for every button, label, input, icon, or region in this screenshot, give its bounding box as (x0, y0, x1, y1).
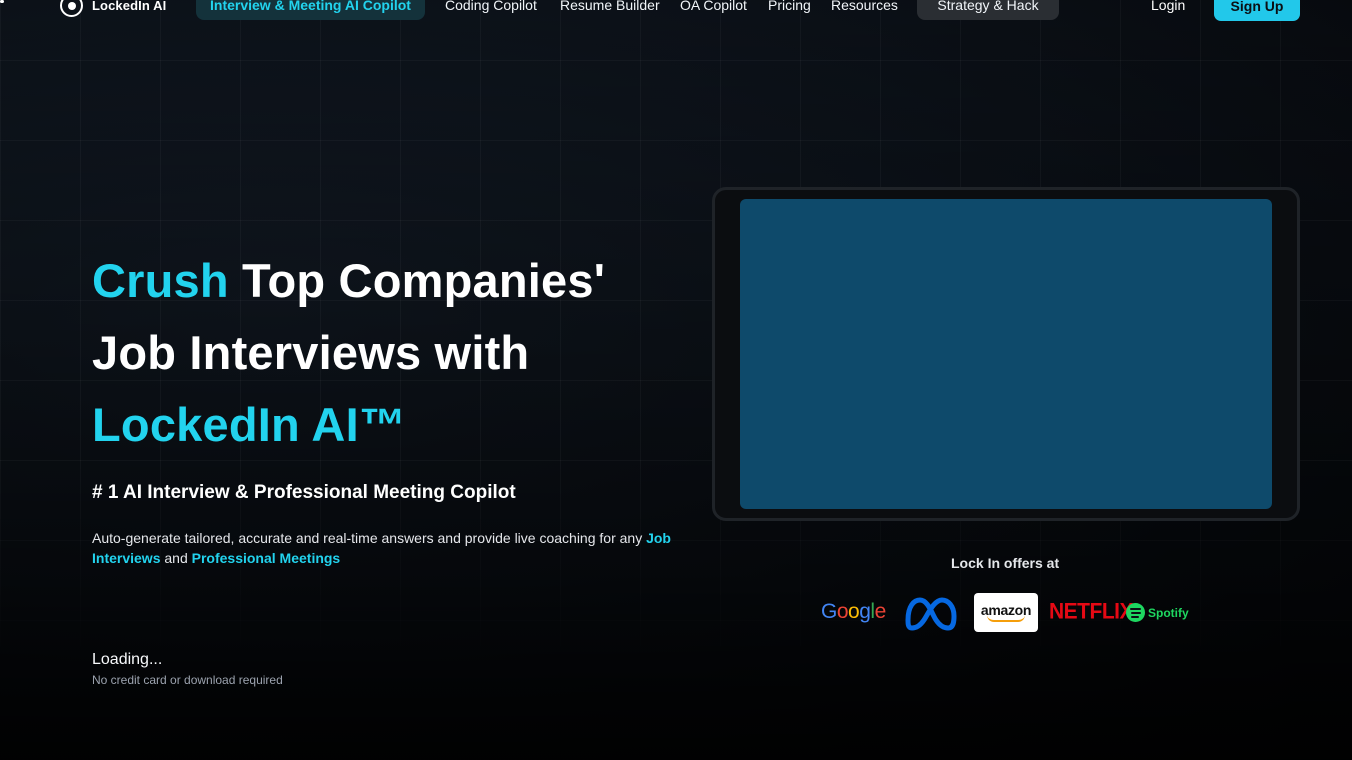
meta-logo (905, 597, 957, 631)
nav-item-resources[interactable]: Resources (831, 0, 898, 20)
nav-item-interview-meeting-copilot[interactable]: Interview & Meeting AI Copilot (196, 0, 425, 20)
brand-name: LockedIn AI (92, 0, 167, 13)
amazon-smile-icon (987, 615, 1025, 622)
company-logos: Google amazon NETFLIX Spotify (820, 592, 1200, 634)
signup-button[interactable]: Sign Up (1214, 0, 1300, 21)
google-logo: Google (821, 600, 886, 623)
loading-text: Loading... (92, 651, 163, 668)
desc-mid: and (160, 550, 192, 566)
lockedin-logo-icon (60, 0, 83, 17)
top-navigation: LockedIn AI Interview & Meeting AI Copil… (0, 0, 1352, 22)
hero-description: Auto-generate tailored, accurate and rea… (92, 528, 672, 568)
no-credit-card-note: No credit card or download required (92, 673, 283, 687)
netflix-logo: NETFLIX (1049, 599, 1134, 624)
nav-item-resume-builder[interactable]: Resume Builder (560, 0, 660, 20)
spotify-logo: Spotify (1126, 603, 1189, 622)
spotify-icon (1126, 603, 1145, 622)
hero-title-highlight-crush: Crush (92, 254, 229, 307)
hero-subtitle: # 1 AI Interview & Professional Meeting … (92, 482, 516, 503)
offers-label: Lock In offers at (951, 555, 1060, 571)
brand-logo[interactable]: LockedIn AI (60, 0, 166, 17)
nav-item-pricing[interactable]: Pricing (768, 0, 811, 20)
hero-title-highlight-brand: LockedIn AI™ (92, 398, 407, 451)
nav-item-coding-copilot[interactable]: Coding Copilot (445, 0, 537, 20)
spotify-wordmark: Spotify (1148, 605, 1189, 620)
nav-item-oa-copilot[interactable]: OA Copilot (680, 0, 747, 20)
login-link[interactable]: Login (1151, 0, 1185, 20)
video-placeholder[interactable] (740, 199, 1272, 509)
edge-mark (0, 0, 4, 3)
professional-meetings-link[interactable]: Professional Meetings (192, 550, 341, 566)
amazon-logo: amazon (974, 593, 1038, 632)
nav-item-strategy-hack[interactable]: Strategy & Hack (917, 0, 1059, 20)
desc-prefix: Auto-generate tailored, accurate and rea… (92, 530, 647, 546)
hero-title: Crush Top Companies' Job Interviews with… (92, 245, 692, 461)
